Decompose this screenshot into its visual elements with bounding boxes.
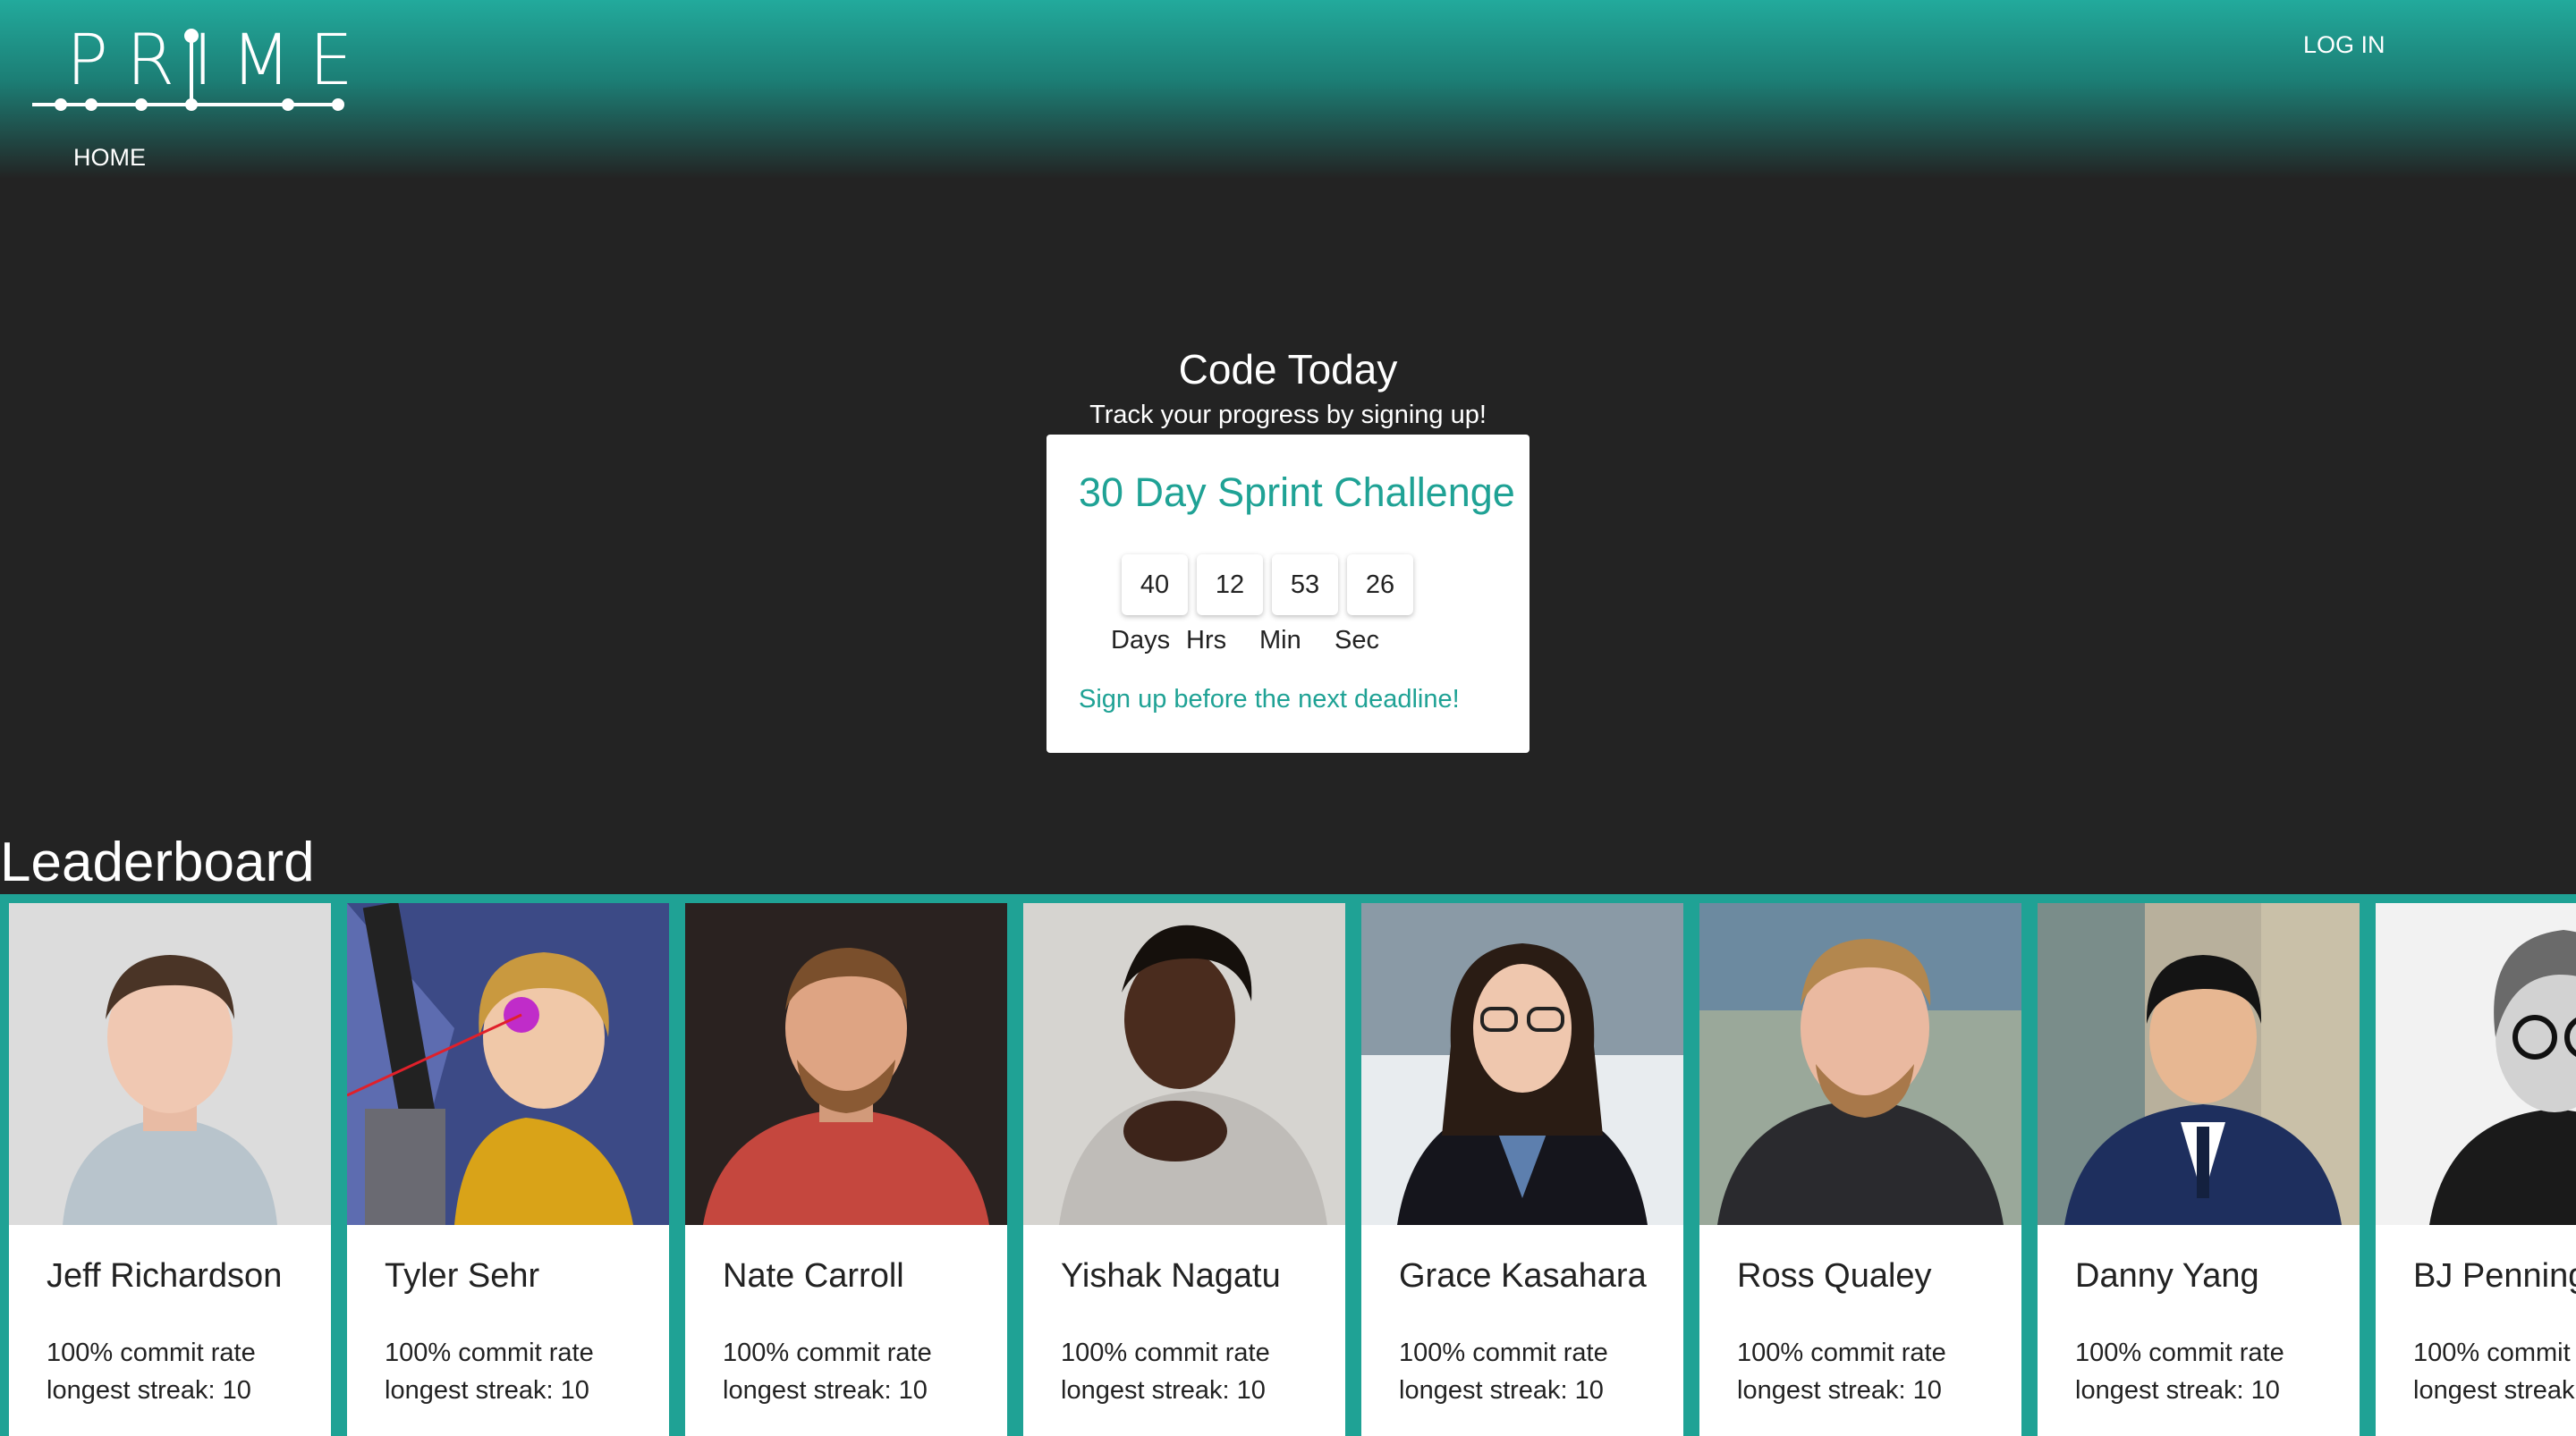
login-link[interactable]: LOG IN: [2303, 30, 2385, 59]
player-card[interactable]: Grace Kasahara 100% commit rate longest …: [1361, 903, 1683, 1436]
player-photo: [1023, 903, 1345, 1225]
player-photo: [685, 903, 1007, 1225]
challenge-card: 30 Day Sprint Challenge 40 12 53 26 Days…: [1046, 435, 1530, 753]
timer-days-label: Days: [1111, 626, 1171, 655]
hero-title: Code Today: [1178, 346, 1398, 393]
player-commit-rate: 100% commit rate: [2075, 1339, 2284, 1367]
player-photo: [2376, 903, 2576, 1225]
player-photo: [1699, 903, 2021, 1225]
player-name: Jeff Richardson: [47, 1257, 283, 1295]
player-card[interactable]: Jeff Richardson 100% commit rate longest…: [9, 903, 331, 1436]
leaderboard-title: Leaderboard: [0, 832, 315, 893]
player-name: Grace Kasahara: [1399, 1257, 1647, 1295]
player-commit-rate: 100% commit rate: [1061, 1339, 1270, 1367]
player-name: Tyler Sehr: [385, 1257, 540, 1295]
player-commit-rate: 100% commit rate: [2413, 1339, 2576, 1367]
signup-link[interactable]: Sign up before the next deadline!: [1079, 683, 1460, 715]
header-bar: PRIME HOME LOG IN: [0, 0, 2576, 179]
player-card[interactable]: Danny Yang 100% commit rate longest stre…: [2038, 903, 2360, 1436]
player-card[interactable]: Ross Qualey 100% commit rate longest str…: [1699, 903, 2021, 1436]
timer-hours-value: 12: [1197, 554, 1263, 615]
player-streak: longest streak: 10: [1737, 1376, 1942, 1405]
hero-subtitle: Track your progress by signing up!: [1089, 401, 1487, 429]
player-photo: [1361, 903, 1683, 1225]
player-photo: [9, 903, 331, 1225]
timer-minutes-value: 53: [1272, 554, 1338, 615]
player-card[interactable]: Nate Carroll 100% commit rate longest st…: [685, 903, 1007, 1436]
player-commit-rate: 100% commit rate: [723, 1339, 932, 1367]
player-photo: [347, 903, 669, 1225]
challenge-title: 30 Day Sprint Challenge: [1079, 469, 1515, 515]
player-streak: longest streak: 10: [385, 1376, 589, 1405]
player-commit-rate: 100% commit rate: [1737, 1339, 1946, 1367]
player-card[interactable]: Yishak Nagatu 100% commit rate longest s…: [1023, 903, 1345, 1436]
timer-seconds-label: Sec: [1335, 626, 1379, 655]
player-name: Yishak Nagatu: [1061, 1257, 1281, 1295]
player-streak: longest streak: 10: [1399, 1376, 1604, 1405]
player-commit-rate: 100% commit rate: [1399, 1339, 1608, 1367]
timer-days-value: 40: [1122, 554, 1188, 615]
logo-text: PRIME: [66, 21, 371, 101]
player-streak: longest streak: 10: [47, 1376, 251, 1405]
player-name: Danny Yang: [2075, 1257, 2259, 1295]
player-name: Ross Qualey: [1737, 1257, 1932, 1295]
player-commit-rate: 100% commit rate: [385, 1339, 594, 1367]
timer-seconds-value: 26: [1347, 554, 1413, 615]
player-card[interactable]: Tyler Sehr 100% commit rate longest stre…: [347, 903, 669, 1436]
player-name: Nate Carroll: [723, 1257, 904, 1295]
leaderboard-strip: Jeff Richardson 100% commit rate longest…: [0, 894, 2576, 1436]
player-name: BJ Penning: [2413, 1257, 2576, 1295]
player-photo: [2038, 903, 2360, 1225]
player-streak: longest streak: 10: [2075, 1376, 2280, 1405]
player-streak: longest streak: 10: [1061, 1376, 1266, 1405]
player-streak: longest streak: 10: [2413, 1376, 2576, 1405]
timer-hours-label: Hrs: [1186, 626, 1227, 655]
player-streak: longest streak: 10: [723, 1376, 928, 1405]
player-card[interactable]: BJ Penning 100% commit rate longest stre…: [2376, 903, 2576, 1436]
nav-home-link[interactable]: HOME: [73, 143, 146, 172]
prime-logo[interactable]: PRIME: [30, 25, 353, 118]
player-commit-rate: 100% commit rate: [47, 1339, 256, 1367]
timer-minutes-label: Min: [1259, 626, 1301, 655]
